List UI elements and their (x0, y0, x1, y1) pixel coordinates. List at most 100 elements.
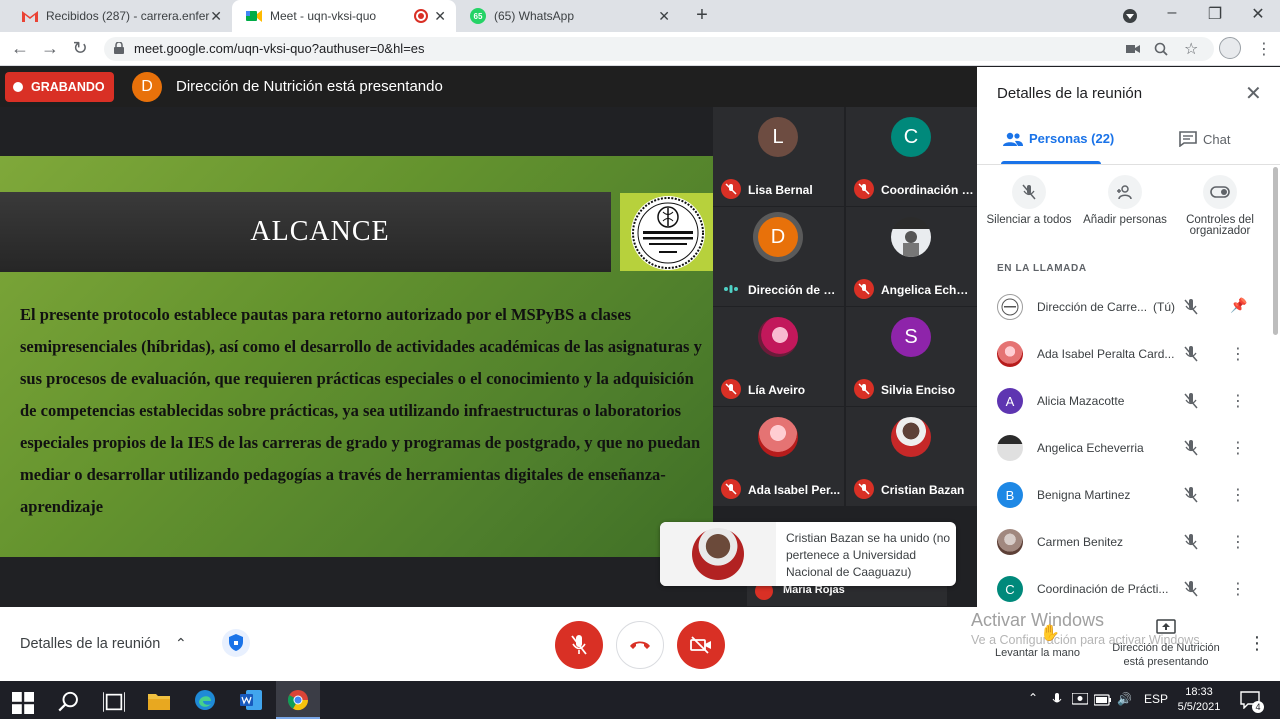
participant-photo-avatar (997, 341, 1023, 367)
chevron-up-icon[interactable]: ⌃ (175, 635, 187, 652)
camera-off-icon (690, 636, 711, 654)
add-people-button[interactable]: Añadir personas (1080, 175, 1170, 226)
mic-off-icon (1012, 175, 1046, 209)
participant-tile[interactable]: Ada Isabel Per... (713, 407, 844, 506)
edge-browser-icon[interactable] (194, 689, 216, 711)
participant-row[interactable]: B Benigna Martinez ⋮ (977, 473, 1272, 520)
close-tab-icon[interactable]: ✕ (434, 8, 446, 25)
maximize-icon[interactable]: ❐ (1203, 4, 1227, 24)
participant-name: Coordinación de Prácti... (1037, 582, 1169, 596)
omnibox[interactable]: meet.google.com/uqn-vksi-quo?authuser=0&… (104, 37, 1214, 61)
meeting-details-button[interactable]: Detalles de la reunión (20, 636, 160, 652)
participant-tile[interactable]: Angelica Echev... (846, 207, 977, 306)
present-screen-icon[interactable] (1156, 619, 1176, 635)
tab-gmail[interactable]: Recibidos (287) - carrera.enferme ✕ (8, 0, 232, 32)
mic-off-icon (1184, 299, 1198, 315)
presenting-status[interactable]: Dirección de Nutrición está presentando (1104, 641, 1228, 669)
participant-row[interactable]: Dirección de Carre... (Tú) 📌 (977, 285, 1272, 332)
participant-name: Alicia Mazacotte (1037, 394, 1125, 408)
more-options-icon[interactable]: ⋮ (1248, 633, 1266, 654)
participant-tile[interactable]: S Silvia Enciso (846, 307, 977, 406)
forward-icon[interactable]: → (39, 38, 61, 59)
search-icon[interactable] (58, 691, 80, 713)
pin-icon[interactable]: 📌 (1230, 297, 1247, 314)
gmail-icon (22, 8, 38, 24)
close-icon[interactable]: ✕ (1245, 81, 1262, 106)
tab-chat-label: Chat (1203, 131, 1231, 147)
participant-tile[interactable]: L Lisa Bernal (713, 107, 844, 206)
tab-whatsapp[interactable]: 65 (65) WhatsApp ✕ (456, 0, 680, 32)
slide-title: ALCANCE (250, 216, 390, 247)
participant-name: Cristian Bazan (881, 483, 965, 497)
more-options-icon[interactable]: ⋮ (1230, 344, 1246, 364)
profile-avatar[interactable] (1219, 37, 1241, 59)
tab-search-icon[interactable] (1123, 9, 1137, 23)
word-icon[interactable] (240, 689, 262, 711)
windows-start-icon[interactable] (12, 692, 34, 714)
section-label: EN LA LLAMADA (997, 263, 1087, 274)
language-indicator[interactable]: ESP (1144, 692, 1168, 706)
meet-icon (246, 8, 262, 24)
participant-tile[interactable]: Cristian Bazan (846, 407, 977, 506)
participant-avatar: D (758, 217, 798, 257)
more-options-icon[interactable]: ⋮ (1230, 579, 1246, 599)
clock-date: 5/5/2021 (1177, 701, 1221, 713)
camera-icon[interactable] (1126, 43, 1140, 55)
task-view-icon[interactable] (103, 691, 125, 713)
participant-row[interactable]: Ada Isabel Peralta Card... ⋮ (977, 332, 1272, 379)
raise-hand-button[interactable]: Levantar la mano (995, 647, 1080, 659)
panel-title: Detalles de la reunión (997, 85, 1143, 102)
show-hidden-icons[interactable]: ⌃ (1028, 691, 1038, 705)
toggle-camera-button[interactable] (677, 621, 725, 669)
reload-icon[interactable]: ↻ (69, 38, 91, 59)
leave-call-button[interactable] (616, 621, 664, 669)
participant-tile[interactable]: D Dirección de N... (713, 207, 844, 306)
you-label: (Tú) (1153, 300, 1175, 314)
panel-scrollbar[interactable] (1273, 167, 1278, 335)
battery-icon[interactable] (1094, 694, 1112, 706)
participant-row[interactable]: Angelica Echeverria ⋮ (977, 426, 1272, 473)
chrome-menu-icon[interactable]: ⋮ (1256, 39, 1272, 59)
star-icon[interactable]: ☆ (1184, 39, 1198, 59)
chrome-icon[interactable] (287, 689, 309, 711)
clock[interactable]: 18:33 5/5/2021 (1172, 685, 1226, 715)
add-person-icon (1108, 175, 1142, 209)
host-controls-button[interactable]: Controles del organizador (1175, 175, 1265, 237)
close-window-icon[interactable]: ✕ (1246, 4, 1270, 24)
mute-all-button[interactable]: Silenciar a todos (984, 175, 1074, 226)
participant-avatar: A (997, 388, 1023, 414)
participant-tile[interactable]: C Coordinación d... (846, 107, 977, 206)
file-explorer-icon[interactable] (148, 690, 170, 712)
participant-row[interactable]: A Alicia Mazacotte ⋮ (977, 379, 1272, 426)
action-label: Silenciar a todos (986, 214, 1072, 226)
webcam-tray-icon[interactable] (1072, 693, 1088, 707)
more-options-icon[interactable]: ⋮ (1230, 532, 1246, 552)
participant-name: Lisa Bernal (748, 183, 813, 197)
meeting-controls-bar: Detalles de la reunión ⌃ Activar Windows… (0, 607, 1280, 681)
shield-icon[interactable] (222, 629, 250, 657)
close-tab-icon[interactable]: ✕ (210, 8, 222, 25)
participant-tile[interactable]: Lía Aveiro (713, 307, 844, 406)
join-notification[interactable]: Cristian Bazan se ha unido (no pertenece… (660, 522, 956, 586)
zoom-icon[interactable] (1154, 42, 1168, 56)
minimize-icon[interactable]: – (1160, 4, 1184, 22)
participant-name: Angelica Echeverria (1037, 441, 1144, 455)
tab-meet[interactable]: Meet - uqn-vksi-quo ✕ (232, 0, 456, 32)
more-options-icon[interactable]: ⋮ (1230, 438, 1246, 458)
more-options-icon[interactable]: ⋮ (1230, 391, 1246, 411)
new-tab-icon[interactable]: + (690, 4, 714, 27)
more-options-icon[interactable]: ⋮ (1230, 485, 1246, 505)
toggle-mic-button[interactable] (555, 621, 603, 669)
participant-photo-avatar (997, 435, 1023, 461)
tab-people[interactable]: Personas (22) (1003, 131, 1114, 146)
participant-name: Coordinación d... (881, 183, 975, 197)
microphone-tray-icon[interactable] (1052, 693, 1062, 707)
participant-row[interactable]: Carmen Benitez ⋮ (977, 520, 1272, 567)
mic-off-icon (1184, 487, 1198, 503)
close-tab-icon[interactable]: ✕ (658, 8, 670, 25)
mic-off-icon (1184, 440, 1198, 456)
back-icon[interactable]: ← (9, 38, 31, 59)
volume-icon[interactable]: 🔊 (1117, 692, 1132, 706)
tab-chat[interactable]: Chat (1179, 131, 1230, 147)
hand-icon[interactable]: ✋ (1040, 623, 1060, 643)
